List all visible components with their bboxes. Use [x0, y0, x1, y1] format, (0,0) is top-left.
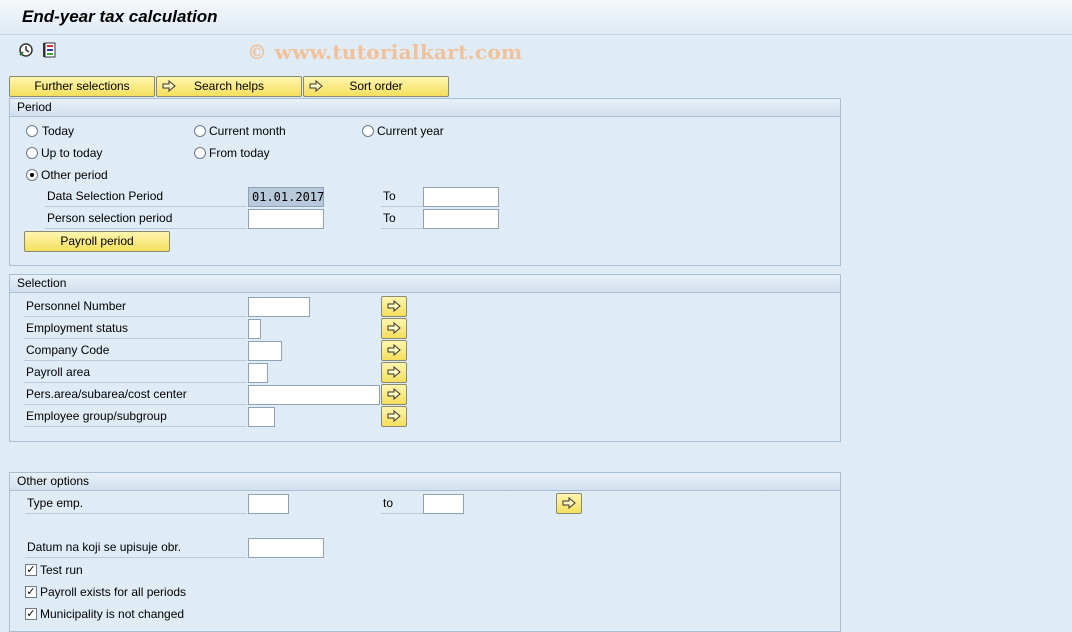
- employee-group-label: Employee group/subgroup: [24, 407, 247, 427]
- datum-input[interactable]: [248, 538, 324, 558]
- other-period-label: Other period: [41, 168, 108, 182]
- get-variant-icon[interactable]: [41, 41, 59, 59]
- data-selection-from-input[interactable]: 01.01.2017: [248, 187, 324, 207]
- municipality-label: Municipality is not changed: [40, 607, 185, 621]
- employment-status-label: Employment status: [24, 319, 247, 339]
- arrow-right-icon: [162, 79, 176, 98]
- company-code-input[interactable]: [248, 341, 282, 361]
- person-selection-from-input[interactable]: [248, 209, 324, 229]
- arrow-right-icon: [387, 344, 401, 356]
- person-selection-period-label: Person selection period: [45, 209, 247, 229]
- payroll-exists-label: Payroll exists for all periods: [40, 585, 187, 599]
- company-code-label: Company Code: [24, 341, 247, 361]
- personnel-number-label: Personnel Number: [24, 297, 247, 317]
- data-selection-to-input[interactable]: [423, 187, 499, 207]
- personnel-number-input[interactable]: [248, 297, 310, 317]
- arrow-right-icon: [387, 366, 401, 378]
- further-selections-button[interactable]: Further selections: [9, 76, 155, 97]
- multiple-selection-button[interactable]: [381, 340, 407, 361]
- current-year-label: Current year: [377, 124, 444, 138]
- sort-order-label: Sort order: [349, 79, 403, 93]
- other-options-group-title: Other options: [10, 473, 840, 491]
- multiple-selection-button[interactable]: [381, 296, 407, 317]
- to-label: To: [381, 187, 423, 207]
- watermark: © www.tutorialkart.com: [247, 40, 523, 64]
- current-month-label: Current month: [209, 124, 286, 138]
- other-period-radio[interactable]: [26, 169, 38, 181]
- title-bar: End-year tax calculation: [0, 0, 1072, 35]
- other-options-group: Other options Type emp. to Datum na koji…: [9, 472, 841, 632]
- multiple-selection-button[interactable]: [381, 318, 407, 339]
- municipality-checkbox[interactable]: ✓: [25, 608, 37, 620]
- from-today-radio[interactable]: [194, 147, 206, 159]
- employee-group-input[interactable]: [248, 407, 275, 427]
- type-emp-to-input[interactable]: [423, 494, 464, 514]
- payroll-exists-checkbox[interactable]: ✓: [25, 586, 37, 598]
- test-run-checkbox[interactable]: ✓: [25, 564, 37, 576]
- page-title: End-year tax calculation: [22, 7, 218, 26]
- arrow-right-icon: [387, 322, 401, 334]
- datum-label: Datum na koji se upisuje obr.: [25, 538, 247, 558]
- search-helps-button[interactable]: Search helps: [156, 76, 302, 97]
- application-toolbar: [0, 36, 1072, 66]
- period-group-title: Period: [10, 99, 840, 117]
- payroll-area-input[interactable]: [248, 363, 268, 383]
- multiple-selection-button[interactable]: [556, 493, 582, 514]
- payroll-period-button[interactable]: Payroll period: [24, 231, 170, 252]
- today-radio[interactable]: [26, 125, 38, 137]
- up-to-today-radio[interactable]: [26, 147, 38, 159]
- multiple-selection-button[interactable]: [381, 362, 407, 383]
- from-today-label: From today: [209, 146, 270, 160]
- search-helps-label: Search helps: [193, 79, 265, 93]
- payroll-area-label: Payroll area: [24, 363, 247, 383]
- arrow-right-icon: [387, 388, 401, 400]
- selection-group-title: Selection: [10, 275, 840, 293]
- sort-order-button[interactable]: Sort order: [303, 76, 449, 97]
- multiple-selection-button[interactable]: [381, 406, 407, 427]
- period-group: Period Today Current month Current year …: [9, 98, 841, 266]
- data-selection-period-label: Data Selection Period: [45, 187, 247, 207]
- person-selection-to-input[interactable]: [423, 209, 499, 229]
- up-to-today-label: Up to today: [41, 146, 103, 160]
- pers-area-label: Pers.area/subarea/cost center: [24, 385, 247, 405]
- arrow-right-icon: [387, 410, 401, 422]
- to-label: To: [381, 209, 423, 229]
- type-emp-label: Type emp.: [25, 494, 247, 514]
- test-run-label: Test run: [40, 563, 83, 577]
- arrow-right-icon: [309, 79, 323, 98]
- employment-status-input[interactable]: [248, 319, 261, 339]
- pers-area-input[interactable]: [248, 385, 380, 405]
- today-label: Today: [42, 124, 75, 138]
- arrow-right-icon: [387, 300, 401, 312]
- to-label: to: [381, 494, 423, 514]
- type-emp-from-input[interactable]: [248, 494, 289, 514]
- arrow-right-icon: [562, 497, 576, 509]
- current-month-radio[interactable]: [194, 125, 206, 137]
- current-year-radio[interactable]: [362, 125, 374, 137]
- further-selections-label: Further selections: [34, 79, 130, 93]
- selection-group: Selection Personnel Number Employment st…: [9, 274, 841, 442]
- execute-icon[interactable]: [17, 41, 35, 59]
- multiple-selection-button[interactable]: [381, 384, 407, 405]
